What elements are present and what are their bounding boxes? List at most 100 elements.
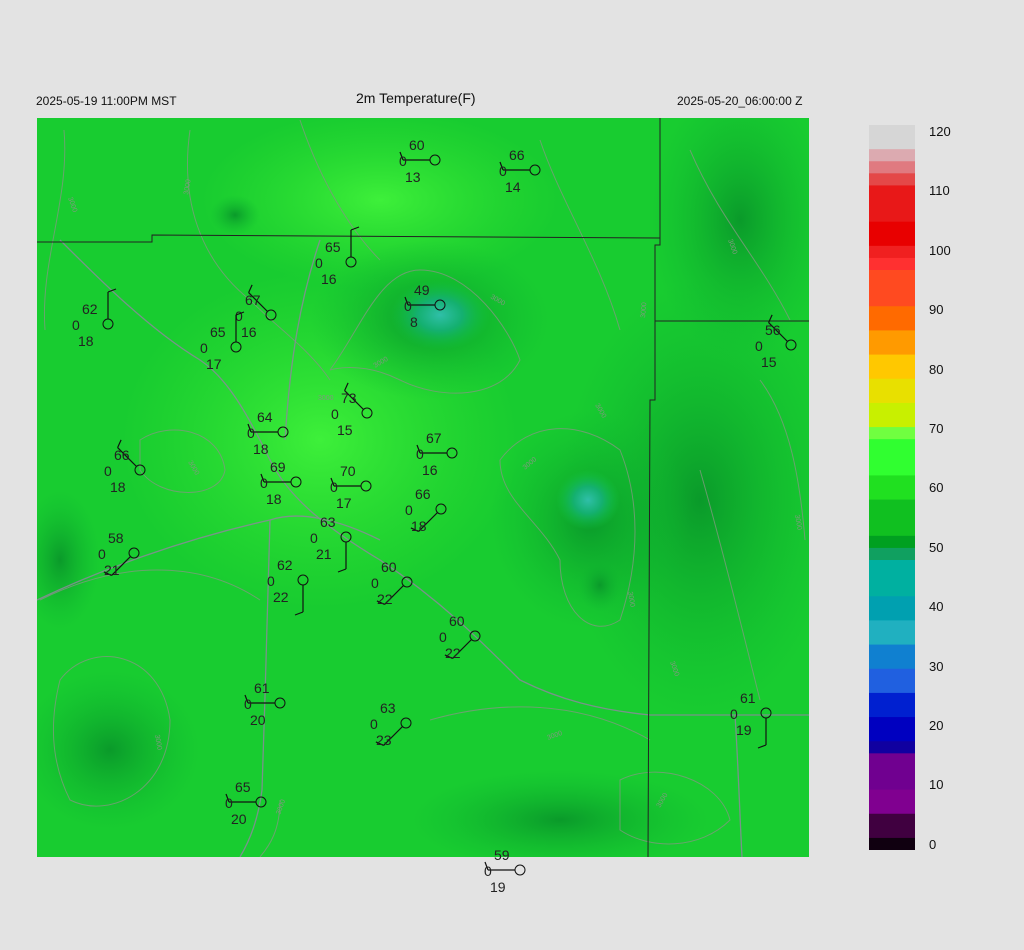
colorbar-band <box>869 342 915 356</box>
station-cloud-cover: 0 <box>416 446 424 462</box>
colorbar-tick-label: 10 <box>929 777 944 793</box>
station-cloud-cover: 0 <box>247 425 255 441</box>
colorbar-band <box>869 294 915 308</box>
colorbar-band <box>869 149 915 163</box>
colorbar-tick-label: 60 <box>929 480 944 496</box>
colorbar-tick-label: 0 <box>929 836 937 852</box>
colorbar-band <box>869 499 915 513</box>
colorbar-band <box>869 523 915 537</box>
station-temperature: 62 <box>82 301 98 317</box>
colorbar-band <box>869 837 915 851</box>
station-temperature: 65 <box>325 239 341 255</box>
colorbar-band <box>869 729 915 743</box>
station-dewpoint: 18 <box>411 518 427 534</box>
station-temperature: 60 <box>381 559 397 575</box>
colorbar-tick-label: 40 <box>929 599 944 615</box>
station-cloud-cover: 0 <box>371 575 379 591</box>
station-dewpoint: 13 <box>405 169 421 185</box>
station-temperature: 63 <box>320 514 336 530</box>
colorbar-band <box>869 257 915 271</box>
station-cloud-cover: 0 <box>104 463 112 479</box>
station-cloud-cover: 0 <box>315 255 323 271</box>
colorbar-band <box>869 439 915 453</box>
station-dewpoint: 22 <box>377 591 393 607</box>
station-cloud-cover: 0 <box>244 696 252 712</box>
temperature-colorbar <box>869 125 915 851</box>
station-dewpoint: 20 <box>231 811 247 827</box>
station-dewpoint: 22 <box>273 589 289 605</box>
station-temperature: 67 <box>426 430 442 446</box>
colorbar-band <box>869 125 915 139</box>
colorbar-band <box>869 705 915 719</box>
station-dewpoint: 17 <box>336 495 352 511</box>
station-temperature: 66 <box>114 447 130 463</box>
colorbar-band <box>869 282 915 296</box>
station-dewpoint: 21 <box>316 546 332 562</box>
station-dewpoint: 15 <box>337 422 353 438</box>
station-cloud-cover: 0 <box>405 502 413 518</box>
colorbar-band <box>869 378 915 392</box>
colorbar-band <box>869 801 915 815</box>
station-temperature: 67 <box>245 292 261 308</box>
station-temperature: 70 <box>340 463 356 479</box>
colorbar-band <box>869 330 915 344</box>
colorbar-band <box>869 137 915 151</box>
station-temperature: 61 <box>254 680 270 696</box>
station-temperature: 66 <box>415 486 431 502</box>
contour-label: 3000 <box>640 302 648 318</box>
station-dewpoint: 14 <box>505 179 521 195</box>
colorbar-band <box>869 221 915 235</box>
station-dewpoint: 17 <box>206 356 222 372</box>
station-dewpoint: 21 <box>104 562 120 578</box>
colorbar-band <box>869 825 915 839</box>
station-dewpoint: 18 <box>78 333 94 349</box>
station-cloud-cover: 0 <box>72 317 80 333</box>
colorbar-band <box>869 245 915 259</box>
colorbar-band <box>869 390 915 404</box>
station-temperature: 65 <box>210 324 226 340</box>
colorbar-band <box>869 366 915 380</box>
colorbar-band <box>869 741 915 755</box>
station-cloud-cover: 0 <box>310 530 318 546</box>
station-temperature: 66 <box>509 147 525 163</box>
station-cloud-cover: 0 <box>260 475 268 491</box>
colorbar-band <box>869 632 915 646</box>
station-cloud-cover: 0 <box>499 163 507 179</box>
colorbar-band <box>869 789 915 803</box>
colorbar-band <box>869 547 915 561</box>
colorbar-tick-label: 100 <box>929 242 951 258</box>
station-temperature: 59 <box>494 847 510 863</box>
colorbar-band <box>869 765 915 779</box>
colorbar-band <box>869 717 915 731</box>
colorbar-band <box>869 402 915 416</box>
station-cloud-cover: 0 <box>399 153 407 169</box>
colorbar-tick-label: 120 <box>929 124 951 139</box>
colorbar-band <box>869 656 915 670</box>
colorbar-band <box>869 209 915 223</box>
colorbar-band <box>869 306 915 320</box>
station-temperature: 60 <box>449 613 465 629</box>
station-temperature: 62 <box>277 557 293 573</box>
colorbar-band <box>869 427 915 441</box>
station-temperature: 58 <box>108 530 124 546</box>
station-cloud-cover: 0 <box>404 298 412 314</box>
station-dewpoint: 18 <box>110 479 126 495</box>
colorbar-band <box>869 644 915 658</box>
colorbar-band <box>869 535 915 549</box>
station-cloud-cover: 0 <box>200 340 208 356</box>
colorbar-band <box>869 777 915 791</box>
colorbar-band <box>869 415 915 429</box>
colorbar-tick-label: 90 <box>929 302 944 318</box>
colorbar-tick-label: 110 <box>929 183 950 199</box>
colorbar-band <box>869 463 915 477</box>
colorbar-tick-label: 20 <box>929 718 944 733</box>
station-cloud-cover: 0 <box>331 406 339 422</box>
colorbar-band <box>869 487 915 501</box>
station-cloud-cover: 0 <box>98 546 106 562</box>
station-cloud-cover: 0 <box>267 573 275 589</box>
colorbar-band <box>869 318 915 332</box>
colorbar-band <box>869 572 915 586</box>
colorbar-band <box>869 233 915 247</box>
station-dewpoint: 20 <box>250 712 266 728</box>
colorbar-band <box>869 620 915 634</box>
